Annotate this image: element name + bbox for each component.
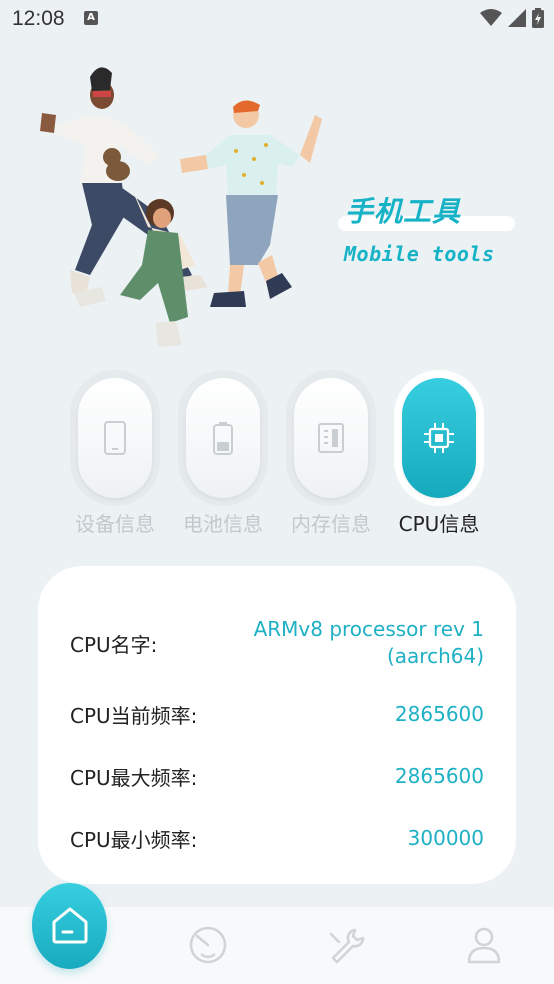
hero-subtitle: Mobile tools bbox=[344, 242, 495, 266]
notification-icon: A bbox=[84, 11, 98, 25]
tab-battery-info[interactable] bbox=[178, 370, 268, 506]
tab-label-cpu: CPU信息 bbox=[398, 512, 480, 536]
info-row-cpu-name: CPU名字: ARMv8 processor rev 1 (aarch64) bbox=[70, 616, 484, 670]
tab-label-device: 设备信息 bbox=[75, 512, 155, 536]
tab-device-info[interactable] bbox=[70, 370, 160, 506]
tab-label-battery: 电池信息 bbox=[183, 512, 263, 536]
info-value: ARMv8 processor rev 1 (aarch64) bbox=[254, 616, 484, 670]
speedometer-icon bbox=[189, 926, 227, 964]
chip-icon bbox=[424, 423, 454, 453]
status-bar: 12:08 A bbox=[0, 0, 554, 38]
battery-status-icon bbox=[532, 8, 544, 28]
info-label: CPU名字: bbox=[70, 632, 158, 657]
info-label: CPU最小频率: bbox=[70, 828, 198, 852]
info-row-min-freq: CPU最小频率: 300000 bbox=[70, 824, 484, 853]
user-icon bbox=[467, 927, 501, 964]
wifi-icon bbox=[480, 9, 502, 26]
tab-memory-info[interactable] bbox=[286, 370, 376, 506]
info-value: 2865600 bbox=[394, 764, 484, 788]
nav-speed-button[interactable] bbox=[187, 924, 229, 966]
info-row-current-freq: CPU当前频率: 2865600 bbox=[70, 700, 484, 729]
info-row-max-freq: CPU最大频率: 2865600 bbox=[70, 762, 484, 791]
info-value: 300000 bbox=[407, 826, 484, 850]
nav-home-button[interactable] bbox=[32, 883, 107, 969]
tab-cpu-info[interactable] bbox=[394, 370, 484, 506]
status-icons bbox=[480, 8, 544, 28]
memory-icon bbox=[318, 423, 344, 453]
nav-profile-button[interactable] bbox=[463, 924, 505, 966]
status-time: 12:08 bbox=[12, 7, 65, 30]
wrench-icon bbox=[329, 928, 365, 964]
tab-label-memory: 内存信息 bbox=[291, 512, 371, 536]
info-label: CPU当前频率: bbox=[70, 704, 198, 728]
info-value-line1: ARMv8 processor rev 1 bbox=[253, 617, 484, 641]
info-label: CPU最大频率: bbox=[70, 766, 198, 790]
signal-icon bbox=[508, 9, 526, 27]
battery-icon bbox=[213, 422, 233, 455]
phone-icon bbox=[104, 421, 126, 455]
info-value: 2865600 bbox=[394, 702, 484, 726]
cpu-info-card: CPU名字: ARMv8 processor rev 1 (aarch64) C… bbox=[38, 566, 516, 884]
nav-tools-button[interactable] bbox=[325, 924, 367, 966]
info-value-line2: (aarch64) bbox=[386, 644, 484, 668]
home-icon bbox=[52, 907, 88, 944]
hero-title: 手机工具 bbox=[345, 195, 462, 228]
hero-illustration bbox=[40, 67, 322, 347]
